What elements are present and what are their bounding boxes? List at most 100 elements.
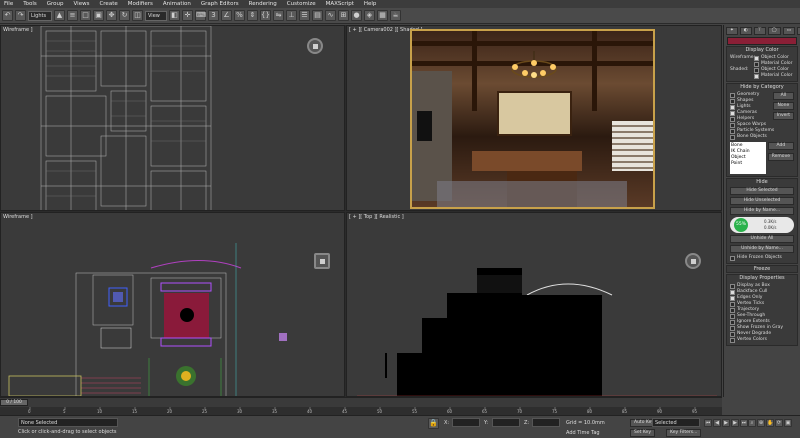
menu-modifiers[interactable]: Modifiers — [128, 1, 153, 7]
display-as-box-checkbox[interactable] — [730, 283, 735, 289]
undo-icon[interactable]: ↶ — [2, 10, 13, 21]
align-icon[interactable]: ⊥ — [286, 10, 297, 21]
unhide-by-name-button[interactable]: Unhide by Name... — [730, 245, 794, 253]
manipulate-icon[interactable]: ✛ — [182, 10, 193, 21]
viewcube-icon[interactable] — [685, 253, 701, 269]
hide-by-name-button[interactable]: Hide by Name... — [730, 207, 794, 215]
geometry-checkbox[interactable] — [730, 92, 735, 98]
lock-selection-icon[interactable]: 🔒 — [428, 418, 439, 429]
display-tab-icon[interactable]: ▭ — [782, 26, 795, 35]
ignore-extents-checkbox[interactable] — [730, 319, 735, 325]
render-setup-icon[interactable]: ◈ — [364, 10, 375, 21]
viewport-top-right[interactable]: [ + ][ Camera002 ][ Shaded ] — [346, 25, 722, 211]
list-item[interactable]: IK Chain Object — [731, 149, 765, 161]
viewport-bottom-left[interactable]: Wireframe ] — [0, 212, 345, 397]
add-time-tag[interactable]: Add Time Tag — [566, 430, 600, 436]
render-production-icon[interactable]: ☕ — [390, 10, 401, 21]
selection-filter-dropdown[interactable]: Lights — [28, 10, 52, 21]
remove-button[interactable]: Remove — [767, 153, 794, 161]
all-button[interactable]: All — [772, 92, 794, 100]
material-color-radio[interactable] — [754, 61, 759, 67]
backface-cull-checkbox[interactable] — [730, 289, 735, 295]
select-object-icon[interactable]: ▲ — [54, 10, 65, 21]
space-warps-checkbox[interactable] — [730, 122, 735, 128]
select-scale-icon[interactable]: ◫ — [132, 10, 143, 21]
shapes-checkbox[interactable] — [730, 98, 735, 104]
menu-group[interactable]: Group — [47, 1, 64, 7]
category-list[interactable]: Bone IK Chain Object Point — [730, 142, 766, 174]
maximize-viewport-icon[interactable]: ▣ — [784, 419, 792, 427]
mirror-icon[interactable]: ⇋ — [273, 10, 284, 21]
window-crossing-icon[interactable]: ▣ — [93, 10, 104, 21]
list-item[interactable]: Point — [731, 161, 765, 167]
menu-file[interactable]: File — [4, 1, 13, 7]
never-degrade-checkbox[interactable] — [730, 331, 735, 337]
viewport-bottom-right[interactable]: [ + ][ Top ][ Realistic ] — [346, 212, 722, 397]
viewport-top-left[interactable]: Wireframe ] — [0, 25, 345, 211]
curve-editor-icon[interactable]: ∿ — [325, 10, 336, 21]
menu-help[interactable]: Help — [364, 1, 377, 7]
select-by-name-icon[interactable]: ≡ — [67, 10, 78, 21]
select-rotate-icon[interactable]: ↻ — [119, 10, 130, 21]
add-button[interactable]: Add — [767, 142, 794, 150]
redo-icon[interactable]: ↷ — [15, 10, 26, 21]
object-color-radio[interactable] — [754, 55, 759, 61]
layer-manager-icon[interactable]: ☰ — [299, 10, 310, 21]
z-coordinate-field[interactable] — [532, 418, 560, 427]
vertex-ticks-checkbox[interactable] — [730, 301, 735, 307]
ref-coord-dropdown[interactable]: View — [145, 10, 167, 21]
motion-tab-icon[interactable]: ◯ — [767, 26, 781, 35]
set-key-button[interactable]: Set Key — [630, 429, 655, 437]
key-mode-dropdown[interactable]: Selected — [652, 418, 700, 427]
zoom-icon[interactable]: ⌕ — [748, 419, 756, 427]
named-selection-icon[interactable]: {} — [260, 10, 271, 21]
y-coordinate-field[interactable] — [492, 418, 520, 427]
menu-rendering[interactable]: Rendering — [249, 1, 277, 7]
spinner-snap-icon[interactable]: ⇕ — [247, 10, 258, 21]
edges-only-checkbox[interactable] — [730, 295, 735, 301]
hide-selected-button[interactable]: Hide Selected — [730, 187, 794, 195]
time-slider[interactable]: 0 / 100 — [0, 399, 28, 406]
key-filters-button[interactable]: Key Filters... — [666, 429, 702, 437]
material-color-radio[interactable] — [754, 73, 759, 79]
menu-graph-editors[interactable]: Graph Editors — [201, 1, 239, 7]
none-button[interactable]: None — [772, 102, 794, 110]
invert-button[interactable]: Invert — [772, 112, 794, 120]
keyboard-shortcut-icon[interactable]: ⌨ — [195, 10, 206, 21]
create-tab-icon[interactable]: ✦ — [726, 26, 738, 35]
x-coordinate-field[interactable] — [452, 418, 480, 427]
select-move-icon[interactable]: ✥ — [106, 10, 117, 21]
lights-checkbox[interactable] — [730, 104, 735, 110]
schematic-view-icon[interactable]: ⊞ — [338, 10, 349, 21]
pan-icon[interactable]: ✋ — [766, 419, 774, 427]
object-color-radio[interactable] — [754, 67, 759, 73]
bone-objects-checkbox[interactable] — [730, 134, 735, 140]
timeline-track[interactable]: 0 5 10 15 20 25 30 35 40 45 50 55 60 65 … — [0, 407, 722, 415]
go-to-start-icon[interactable]: ⏮ — [704, 419, 712, 427]
pivot-icon[interactable]: ◧ — [169, 10, 180, 21]
menu-views[interactable]: Views — [74, 1, 90, 7]
hide-frozen-checkbox[interactable] — [730, 255, 735, 261]
percent-snap-icon[interactable]: % — [234, 10, 245, 21]
play-icon[interactable]: ▶ — [722, 419, 730, 427]
next-frame-icon[interactable]: ▶ — [731, 419, 739, 427]
unhide-all-button[interactable]: Unhide All — [730, 235, 794, 243]
vertex-colors-checkbox[interactable] — [730, 337, 735, 343]
timeline[interactable]: 0 / 100 0 5 10 15 20 25 30 35 40 45 50 5… — [0, 397, 722, 415]
rollout-title[interactable]: Freeze — [727, 266, 797, 272]
viewcube-icon[interactable] — [314, 253, 330, 269]
trajectory-checkbox[interactable] — [730, 307, 735, 313]
go-to-end-icon[interactable]: ⏭ — [740, 419, 748, 427]
color-swatch[interactable] — [727, 37, 797, 45]
select-region-icon[interactable]: □ — [80, 10, 91, 21]
previous-frame-icon[interactable]: ◀ — [713, 419, 721, 427]
graphite-icon[interactable]: ▤ — [312, 10, 323, 21]
rendered-frame-icon[interactable]: ▦ — [377, 10, 388, 21]
show-frozen-gray-checkbox[interactable] — [730, 325, 735, 331]
menu-customize[interactable]: Customize — [287, 1, 316, 7]
orbit-icon[interactable]: ⟳ — [775, 419, 783, 427]
angle-snap-icon[interactable]: ∠ — [221, 10, 232, 21]
viewcube-icon[interactable] — [307, 38, 323, 54]
hide-unselected-button[interactable]: Hide Unselected — [730, 197, 794, 205]
cameras-checkbox[interactable] — [730, 110, 735, 116]
